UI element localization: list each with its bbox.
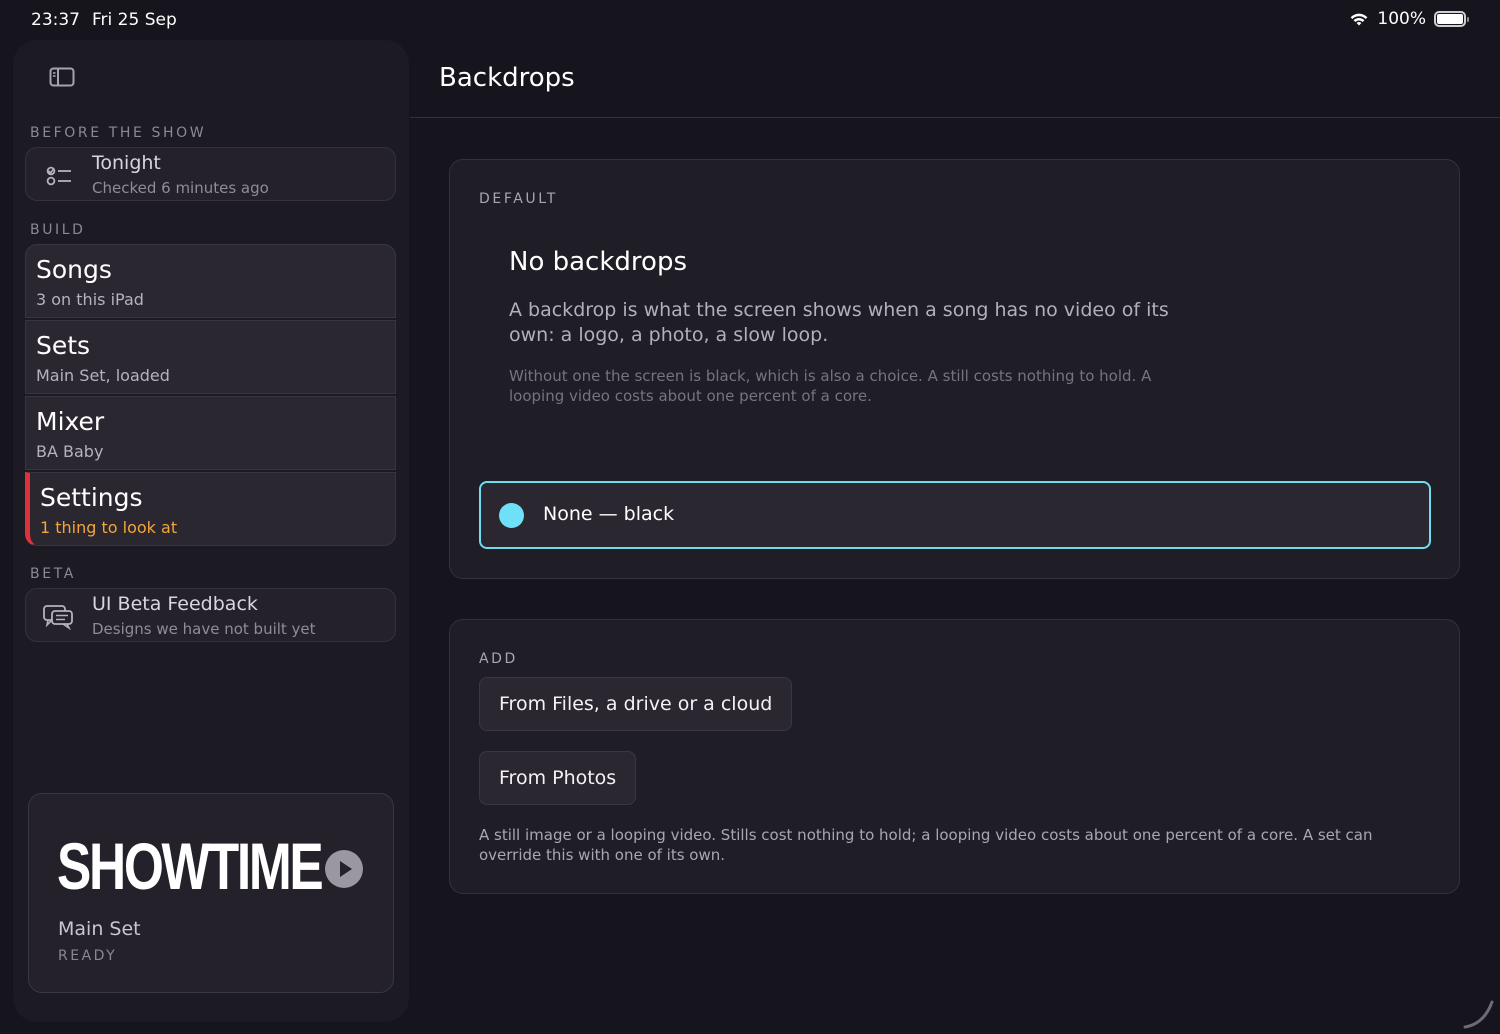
sets-subtitle: Main Set, loaded	[36, 366, 170, 385]
sidebar-item-mixer[interactable]: Mixer BA Baby	[25, 396, 396, 470]
beta-subtitle: Designs we have not built yet	[92, 620, 316, 638]
status-bar: 23:37 Fri 25 Sep 100%	[0, 0, 1500, 40]
settings-title: Settings	[40, 483, 143, 512]
default-panel: DEFAULT No backdrops A backdrop is what …	[449, 159, 1460, 579]
songs-subtitle: 3 on this iPad	[36, 290, 144, 309]
add-panel: ADD From Files, a drive or a cloud From …	[449, 619, 1460, 894]
checklist-icon	[46, 166, 71, 186]
songs-title: Songs	[36, 255, 112, 284]
status-time: 23:37	[31, 10, 80, 30]
tonight-subtitle: Checked 6 minutes ago	[92, 179, 269, 197]
add-label: ADD	[479, 651, 518, 667]
mixer-subtitle: BA Baby	[36, 442, 104, 461]
showtime-card[interactable]: SHOWTIME Main Set READY	[28, 793, 394, 993]
tonight-title: Tonight	[92, 152, 161, 174]
sidebar: BEFORE THE SHOW Tonight Checked 6 minute…	[13, 40, 409, 1022]
add-note: A still image or a looping video. Stills…	[479, 826, 1373, 864]
chat-bubbles-icon	[43, 605, 73, 631]
section-beta: BETA	[30, 566, 76, 582]
page-title: Backdrops	[439, 63, 575, 93]
selected-radio-icon	[499, 503, 524, 528]
battery-percent: 100%	[1377, 9, 1426, 29]
sidebar-item-sets[interactable]: Sets Main Set, loaded	[25, 320, 396, 394]
play-icon[interactable]	[325, 850, 363, 888]
sidebar-item-beta-feedback[interactable]: UI Beta Feedback Designs we have not bui…	[25, 588, 396, 642]
beta-title: UI Beta Feedback	[92, 593, 258, 615]
from-files-button[interactable]: From Files, a drive or a cloud	[479, 677, 793, 731]
empty-state-note: Without one the screen is black, which i…	[509, 367, 1152, 405]
status-date: Fri 25 Sep	[92, 10, 177, 30]
header-divider	[410, 117, 1500, 118]
from-photos-button[interactable]: From Photos	[479, 751, 637, 805]
option-label: None — black	[543, 503, 675, 525]
resize-handle-icon	[1463, 1000, 1494, 1029]
sidebar-item-tonight[interactable]: Tonight Checked 6 minutes ago	[25, 147, 396, 201]
wifi-icon	[1350, 13, 1368, 25]
showtime-set-name: Main Set	[58, 918, 141, 940]
section-before-show: BEFORE THE SHOW	[30, 125, 207, 141]
empty-state-body: A backdrop is what the screen shows when…	[509, 299, 1169, 346]
section-build: BUILD	[30, 222, 86, 238]
default-label: DEFAULT	[479, 191, 558, 207]
sidebar-toggle-icon[interactable]	[49, 66, 75, 88]
sidebar-item-songs[interactable]: Songs 3 on this iPad	[25, 244, 396, 318]
mixer-title: Mixer	[36, 407, 105, 436]
sets-title: Sets	[36, 331, 91, 360]
settings-subtitle: 1 thing to look at	[40, 518, 178, 537]
showtime-state: READY	[58, 948, 118, 964]
status-right: 100%	[1349, 9, 1469, 29]
backdrop-option-none[interactable]: None — black	[479, 481, 1431, 549]
empty-state-title: No backdrops	[509, 247, 687, 277]
sidebar-item-settings[interactable]: Settings 1 thing to look at	[25, 472, 396, 546]
battery-icon	[1434, 11, 1469, 27]
showtime-logo: SHOWTIME	[57, 829, 324, 903]
